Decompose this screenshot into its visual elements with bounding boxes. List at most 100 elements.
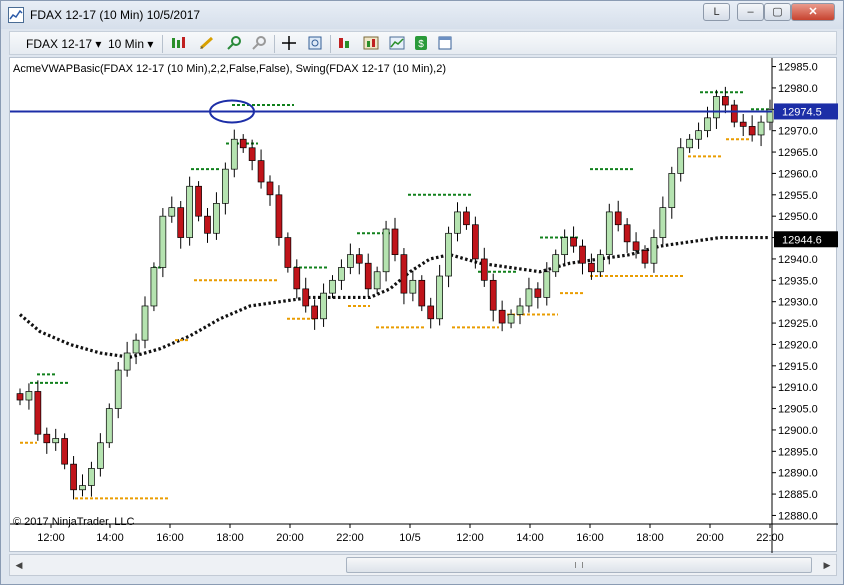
candle-body [132, 339, 140, 354]
scrollbar-thumb[interactable] [346, 557, 812, 573]
candle-body [70, 463, 77, 491]
y-tick-label: 12955.0 [778, 190, 818, 202]
candle-body [159, 215, 167, 268]
candle-body [16, 393, 24, 401]
candle-body [25, 391, 33, 401]
y-tick-label: 12930.0 [778, 297, 818, 309]
y-tick-label: 12910.0 [778, 382, 818, 394]
candle-body [427, 305, 435, 320]
y-tick-label: 12880.0 [778, 510, 818, 522]
x-tick-label: 20:00 [696, 532, 724, 544]
candle-body [507, 314, 515, 324]
indicator-label: AcmeVWAPBasic(FDAX 12-17 (10 Min),2,2,Fa… [13, 63, 447, 75]
candle-body [739, 121, 747, 127]
x-tick-label: 20:00 [276, 532, 304, 544]
candlestick-chart[interactable]: 12985.012980.012975.012970.012965.012960… [10, 58, 838, 553]
chevron-down-icon: ▾ [95, 37, 102, 51]
x-tick-label: 22:00 [756, 532, 784, 544]
y-tick-label: 12960.0 [778, 168, 818, 180]
candle-body [239, 138, 247, 149]
scroll-left-arrow-icon[interactable]: ◀ [12, 557, 26, 573]
x-tick-label: 22:00 [336, 532, 364, 544]
candle-body [605, 211, 613, 256]
price-badge-label: 12974.5 [782, 106, 822, 118]
chart-toolbar: FDAX 12-17 ▾ 10 Min ▾ $ [9, 31, 837, 55]
candle-body [668, 173, 676, 208]
candle-body [570, 237, 577, 247]
x-tick-label: 16:00 [156, 532, 184, 544]
candle-body [695, 130, 702, 140]
maximize-button[interactable]: ▢ [764, 3, 791, 21]
indicators-icon[interactable] [362, 35, 380, 53]
chart-style-icon[interactable] [170, 35, 188, 53]
candle-body [463, 211, 470, 226]
crosshair-icon[interactable] [280, 35, 298, 53]
candle-body [114, 369, 122, 409]
y-tick-label: 12950.0 [778, 211, 818, 223]
x-tick-label: 14:00 [96, 532, 124, 544]
strategy-icon[interactable] [336, 35, 354, 53]
candle-body [534, 288, 542, 298]
svg-text:$: $ [418, 39, 424, 50]
price-chart-panel[interactable]: 12985.012980.012975.012970.012965.012960… [9, 57, 838, 553]
candle-body [704, 117, 711, 132]
minimize-button[interactable]: – [737, 3, 764, 21]
properties-icon[interactable] [306, 35, 324, 53]
x-tick-label: 14:00 [516, 532, 544, 544]
y-tick-label: 12985.0 [778, 62, 818, 74]
candle-body [266, 181, 274, 196]
candle-body [320, 292, 327, 320]
link-button[interactable]: L [703, 3, 730, 21]
candle-body [52, 438, 60, 444]
candle-body [195, 185, 202, 217]
chart-app-icon [8, 7, 24, 23]
y-tick-label: 12895.0 [778, 446, 818, 458]
candle-body [489, 279, 497, 311]
grip-icon [575, 562, 583, 568]
toolbar-separator [162, 35, 163, 53]
candle-body [730, 104, 738, 123]
chart-data-icon[interactable] [388, 35, 406, 53]
candle-body [293, 267, 301, 290]
candle-body [329, 279, 336, 294]
y-tick-label: 12890.0 [778, 468, 818, 480]
candle-body [105, 408, 113, 444]
data-box-icon[interactable] [436, 35, 454, 53]
y-tick-label: 12980.0 [778, 83, 818, 95]
instrument-label: FDAX 12-17 [26, 37, 93, 51]
candle-body [177, 207, 185, 238]
candle-body [632, 241, 640, 251]
candle-body [97, 442, 104, 469]
toolbar-separator [330, 35, 331, 53]
candle-body [284, 237, 292, 268]
close-button[interactable]: ✕ [791, 3, 835, 21]
candle-body [480, 258, 488, 281]
candle-body [516, 305, 524, 315]
candle-body [213, 203, 220, 234]
candle-body [338, 267, 345, 281]
drawing-tool-icon[interactable] [198, 35, 216, 53]
zoom-out-icon[interactable] [251, 35, 269, 53]
candle-body [418, 279, 426, 307]
x-tick-label: 10/5 [399, 532, 420, 544]
title-bar[interactable]: FDAX 12-17 (10 Min) 10/5/2017 L – ▢ ✕ [1, 1, 843, 29]
candle-body [302, 288, 310, 307]
candle-body [204, 215, 211, 234]
x-tick-label: 12:00 [456, 532, 484, 544]
candle-body [677, 147, 685, 174]
interval-selector[interactable]: 10 Min ▾ [108, 36, 153, 52]
toolbar-separator [274, 35, 275, 53]
candle-body [650, 237, 658, 264]
candle-body [382, 228, 390, 273]
candle-body [748, 126, 756, 136]
candle-body [400, 254, 408, 294]
instrument-selector[interactable]: FDAX 12-17 ▾ [26, 36, 101, 52]
candle-body [141, 305, 149, 341]
scroll-right-arrow-icon[interactable]: ▶ [820, 557, 834, 573]
candle-body [561, 237, 568, 256]
vwap-badge-label: 12944.6 [782, 234, 822, 246]
zoom-in-icon[interactable] [226, 35, 244, 53]
dollar-icon[interactable]: $ [412, 35, 430, 53]
candle-body [79, 485, 86, 491]
horizontal-scrollbar[interactable]: ◀ ▶ [9, 554, 837, 576]
